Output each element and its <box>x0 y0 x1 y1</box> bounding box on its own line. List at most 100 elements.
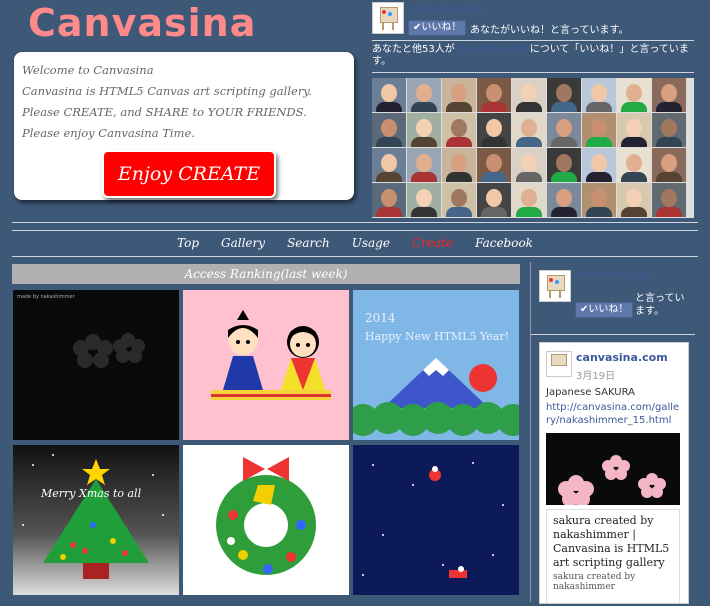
divider <box>372 72 694 73</box>
ranking-tile-hina-dolls[interactable] <box>183 290 349 440</box>
post-url[interactable]: http://canvasina.com/gallery/nakashimmer… <box>546 401 682 427</box>
fan-avatar[interactable] <box>617 113 651 147</box>
like-label: いいね！ <box>421 22 462 33</box>
facebook-page-link[interactable]: canvasina.com <box>410 4 485 15</box>
fan-avatar[interactable] <box>477 113 511 147</box>
fan-avatar[interactable] <box>407 183 441 217</box>
sakura-artwork <box>558 455 666 507</box>
post-date: 3月19日 <box>576 371 616 382</box>
fan-avatar[interactable] <box>372 113 406 147</box>
fan-avatar[interactable] <box>512 183 546 217</box>
site-logo[interactable]: Canvasina <box>28 0 256 46</box>
welcome-line: Welcome to Canvasina <box>22 63 154 77</box>
fan-avatar[interactable] <box>407 113 441 147</box>
fan-avatar[interactable] <box>547 78 581 112</box>
fan-avatar[interactable] <box>477 78 511 112</box>
night-santa-artwork <box>362 462 504 578</box>
ranking-tile-night-santa[interactable] <box>353 445 519 595</box>
fan-avatar[interactable] <box>547 148 581 182</box>
fan-avatar[interactable] <box>652 183 686 217</box>
fan-avatar[interactable] <box>652 78 686 112</box>
canvasina-easel-icon[interactable] <box>539 270 571 302</box>
canvasina-easel-icon[interactable] <box>372 2 404 34</box>
post-share-preview[interactable]: sakura created by nakashimmer | Canvasin… <box>546 509 680 603</box>
tile-xmas-text: Merry Xmas to all <box>40 487 142 500</box>
fan-avatar[interactable] <box>407 78 441 112</box>
facebook-post-card[interactable]: canvasina.com 3月19日 Japanese SAKURA http… <box>539 342 689 604</box>
nav-create[interactable]: Create <box>401 232 464 254</box>
fan-avatar[interactable] <box>442 113 476 147</box>
fan-avatar[interactable] <box>617 78 651 112</box>
welcome-line: Please enjoy Canvasina Time. <box>22 126 195 140</box>
fuji-artwork: 2014 Happy New HTML5 Year! <box>353 311 519 436</box>
fan-avatar[interactable] <box>442 148 476 182</box>
fan-avatar[interactable] <box>512 113 546 147</box>
tile-year-text: 2014 <box>365 311 396 325</box>
facebook-like-box: canvasina.com ✔いいね！ あなたがいいね！と言っています。 <box>372 2 694 40</box>
fan-avatar[interactable] <box>512 78 546 112</box>
fan-avatar[interactable] <box>582 148 616 182</box>
enjoy-create-button[interactable]: Enjoy CREATE <box>102 150 276 198</box>
fan-avatar[interactable] <box>582 78 616 112</box>
post-site-name[interactable]: canvasina.com <box>576 351 668 364</box>
divider <box>12 256 698 257</box>
like-count-prefix: あなたと他53人が <box>372 44 455 55</box>
hina-dolls-artwork <box>211 310 331 400</box>
fan-faces-grid <box>372 78 694 218</box>
fan-avatar[interactable] <box>547 113 581 147</box>
like-status-text: と言っています。 <box>635 293 685 317</box>
flowers-artwork <box>73 333 145 368</box>
tile-caption: made by nakashimmer <box>17 294 75 300</box>
nav-top[interactable]: Top <box>166 232 210 254</box>
fan-avatar[interactable] <box>442 78 476 112</box>
nav-facebook[interactable]: Facebook <box>464 232 544 254</box>
divider <box>12 230 698 231</box>
facebook-side-widget: canvasina.com ✔いいね！ と言っています。 canvasina.c… <box>530 262 695 604</box>
fan-avatar[interactable] <box>582 113 616 147</box>
like-button[interactable]: ✔いいね！ <box>575 302 634 318</box>
xmas-tree-artwork: Merry Xmas to all <box>22 454 164 579</box>
like-status-text: あなたがいいね！と言っています。 <box>470 25 629 36</box>
fan-avatar[interactable] <box>617 183 651 217</box>
ranking-tile-new-year-fuji[interactable]: 2014 Happy New HTML5 Year! <box>353 290 519 440</box>
fan-avatar[interactable] <box>652 148 686 182</box>
fan-avatar[interactable] <box>372 78 406 112</box>
fan-avatar[interactable] <box>582 183 616 217</box>
welcome-line: Please CREATE, and SHARE to YOUR FRIENDS… <box>22 105 307 119</box>
ranking-tile-xmas-tree[interactable]: Merry Xmas to all <box>13 445 179 595</box>
like-count-text: あなたと他53人がcanvasina.comについて「いいね！」と言っています。 <box>372 44 694 68</box>
tile-greeting-text: Happy New HTML5 Year! <box>365 330 509 343</box>
fan-avatar[interactable] <box>407 148 441 182</box>
main-nav: Top Gallery Search Usage Create Facebook <box>0 232 710 254</box>
fan-avatar[interactable] <box>372 183 406 217</box>
fan-avatar[interactable] <box>617 148 651 182</box>
divider <box>531 334 695 335</box>
divider <box>12 222 698 223</box>
nav-gallery[interactable]: Gallery <box>210 232 276 254</box>
welcome-line: Canvasina is HTML5 Canvas art scripting … <box>22 84 312 98</box>
fan-avatar[interactable] <box>477 183 511 217</box>
post-title: Japanese SAKURA <box>546 387 635 398</box>
like-button[interactable]: ✔いいね！ <box>408 20 467 36</box>
ranking-tile-wreath[interactable] <box>183 445 349 595</box>
divider <box>372 40 694 41</box>
fan-avatar[interactable] <box>477 148 511 182</box>
ranking-header: Access Ranking(last week) <box>12 264 520 284</box>
fan-avatar[interactable] <box>372 148 406 182</box>
ranking-tile-dark-flowers[interactable]: made by nakashimmer <box>13 290 179 440</box>
share-description: sakura created by nakashimmer <box>553 572 636 592</box>
facebook-page-link[interactable]: canvasina.com <box>575 270 650 281</box>
welcome-panel: Welcome to Canvasina Canvasina is HTML5 … <box>14 52 354 200</box>
nav-usage[interactable]: Usage <box>341 232 401 254</box>
share-title: sakura created by nakashimmer | Canvasin… <box>553 514 670 569</box>
post-image[interactable] <box>546 433 680 507</box>
canvasina-easel-icon <box>546 351 572 377</box>
fan-avatar[interactable] <box>652 113 686 147</box>
like-label: いいね！ <box>588 304 629 315</box>
nav-search[interactable]: Search <box>276 232 341 254</box>
wreath-artwork <box>216 457 316 575</box>
like-count-link[interactable]: canvasina.com <box>455 44 530 55</box>
fan-avatar[interactable] <box>512 148 546 182</box>
fan-avatar[interactable] <box>442 183 476 217</box>
fan-avatar[interactable] <box>547 183 581 217</box>
